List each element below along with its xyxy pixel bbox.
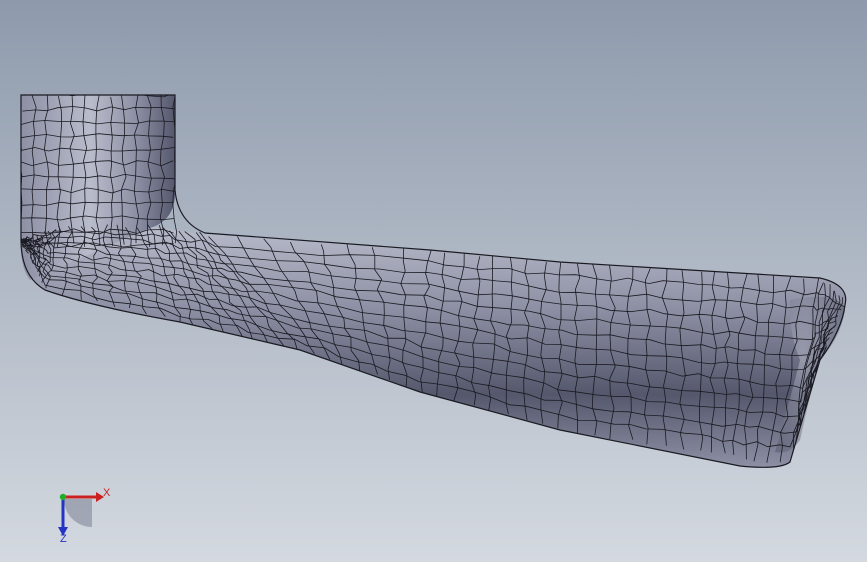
x-axis-label: X <box>103 487 111 499</box>
model-canvas[interactable]: X Z <box>0 0 867 562</box>
y-axis-point <box>59 493 67 501</box>
graphics-viewport[interactable]: X Z <box>0 0 867 562</box>
z-axis-label: Z <box>60 533 67 545</box>
